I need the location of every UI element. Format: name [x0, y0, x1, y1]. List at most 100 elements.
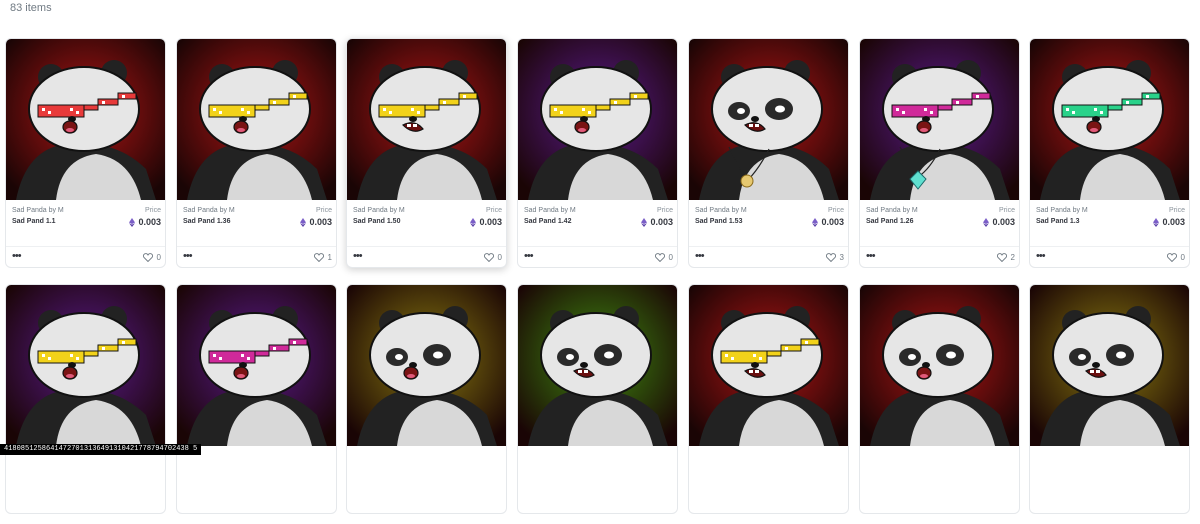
nft-name[interactable]: Sad Pand 1.36 [183, 218, 230, 225]
heart-icon [654, 253, 665, 262]
nft-card[interactable]: Sad Panda by M Sad Pand 1.36 Price 0.003… [176, 38, 337, 268]
nft-image[interactable] [6, 285, 165, 446]
favorite-button[interactable]: 1 [313, 253, 332, 262]
nft-name[interactable]: Sad Pand 1.1 [12, 218, 56, 225]
nft-name[interactable]: Sad Pand 1.42 [524, 218, 571, 225]
nft-image[interactable] [860, 285, 1019, 446]
nft-card[interactable] [859, 284, 1020, 514]
collection-name[interactable]: Sad Panda by M [695, 207, 747, 214]
collection-name[interactable]: Sad Panda by M [1036, 207, 1088, 214]
nft-card[interactable] [688, 284, 849, 514]
price-label: Price [1169, 207, 1185, 214]
price-label: Price [145, 207, 161, 214]
nft-card[interactable] [517, 284, 678, 514]
nft-image[interactable] [518, 285, 677, 446]
nft-card[interactable]: Sad Panda by M Sad Pand 1.42 Price 0.003… [517, 38, 678, 268]
nft-card[interactable]: Sad Panda by M Sad Pand 1.53 Price 0.003… [688, 38, 849, 268]
panda-mouth [62, 120, 78, 134]
ethereum-icon [812, 217, 819, 227]
nft-name[interactable]: Sad Pand 1.26 [866, 218, 913, 225]
nft-card[interactable] [5, 284, 166, 514]
collection-name[interactable]: Sad Panda by M [183, 207, 235, 214]
nft-image[interactable] [1030, 39, 1189, 200]
ethereum-icon [300, 217, 307, 227]
nft-image[interactable] [518, 39, 677, 200]
more-options-button[interactable]: ••• [12, 250, 22, 262]
panda-mouth [574, 120, 590, 134]
like-count: 1 [327, 253, 332, 262]
token-id-tooltip: 4180851258641472701313649131042177879470… [0, 444, 202, 455]
panda-mouth [233, 120, 249, 134]
favorite-button[interactable]: 0 [142, 253, 161, 262]
like-count: 0 [1180, 253, 1185, 262]
heart-icon [313, 253, 324, 262]
nft-image[interactable] [177, 285, 336, 446]
nft-info: Sad Panda by M Sad Pand 1.53 Price 0.003 [689, 200, 848, 240]
nft-image[interactable] [689, 39, 848, 200]
nft-image[interactable] [1030, 285, 1189, 446]
nft-card[interactable]: Sad Panda by M Sad Pand 1.1 Price 0.003 … [5, 38, 166, 268]
collection-name[interactable]: Sad Panda by M [12, 207, 64, 214]
panda-artwork [860, 285, 1019, 446]
more-options-button[interactable]: ••• [1036, 250, 1046, 262]
nft-image[interactable] [6, 39, 165, 200]
panda-artwork [6, 285, 165, 446]
more-options-button[interactable]: ••• [353, 250, 363, 262]
heart-icon [142, 253, 153, 262]
nft-name[interactable]: Sad Pand 1.3 [1036, 218, 1080, 225]
nft-info: Sad Panda by M Sad Pand 1.26 Price 0.003 [860, 200, 1019, 240]
card-footer: ••• 2 [860, 246, 1019, 267]
nft-card[interactable]: Sad Panda by M Sad Pand 1.50 Price 0.003… [346, 38, 507, 268]
nft-card[interactable] [346, 284, 507, 514]
like-count: 0 [156, 253, 161, 262]
nft-card[interactable] [1029, 284, 1190, 514]
nft-card[interactable] [176, 284, 337, 514]
favorite-button[interactable]: 2 [996, 253, 1015, 262]
panda-mouth [916, 120, 932, 134]
price-value: 0.003 [138, 217, 161, 227]
more-options-button[interactable]: ••• [866, 250, 876, 262]
favorite-button[interactable]: 3 [825, 253, 844, 262]
favorite-button[interactable]: 0 [654, 253, 673, 262]
nft-price: 0.003 [812, 217, 844, 227]
nft-price: 0.003 [641, 217, 673, 227]
more-options-button[interactable]: ••• [524, 250, 534, 262]
card-footer: ••• 0 [6, 246, 165, 267]
panda-artwork [177, 39, 336, 200]
panda-artwork [518, 285, 677, 446]
panda-artwork [518, 39, 677, 200]
price-label: Price [657, 207, 673, 214]
more-options-button[interactable]: ••• [183, 250, 193, 262]
nft-image[interactable] [347, 39, 506, 200]
nft-image[interactable] [689, 285, 848, 446]
heart-icon [483, 253, 494, 262]
nft-card[interactable]: Sad Panda by M Sad Pand 1.26 Price 0.003… [859, 38, 1020, 268]
nft-card[interactable]: Sad Panda by M Sad Pand 1.3 Price 0.003 … [1029, 38, 1190, 268]
card-footer: ••• 1 [177, 246, 336, 267]
price-label: Price [999, 207, 1015, 214]
nft-image[interactable] [347, 285, 506, 446]
nft-image[interactable] [177, 39, 336, 200]
like-count: 0 [668, 253, 673, 262]
collection-name[interactable]: Sad Panda by M [524, 207, 576, 214]
panda-mouth [233, 366, 249, 380]
card-footer: ••• 3 [689, 246, 848, 267]
price-label: Price [316, 207, 332, 214]
nft-name[interactable]: Sad Pand 1.53 [695, 218, 742, 225]
price-value: 0.003 [821, 217, 844, 227]
panda-artwork [6, 39, 165, 200]
nft-image[interactable] [860, 39, 1019, 200]
collection-name[interactable]: Sad Panda by M [866, 207, 918, 214]
nft-name[interactable]: Sad Pand 1.50 [353, 218, 400, 225]
price-value: 0.003 [650, 217, 673, 227]
panda-artwork [1030, 39, 1189, 200]
panda-artwork [689, 285, 848, 446]
more-options-button[interactable]: ••• [695, 250, 705, 262]
card-footer: ••• 0 [347, 246, 506, 267]
favorite-button[interactable]: 0 [1166, 253, 1185, 262]
favorite-button[interactable]: 0 [483, 253, 502, 262]
price-value: 0.003 [479, 217, 502, 227]
like-count: 3 [839, 253, 844, 262]
panda-artwork [689, 39, 848, 200]
collection-name[interactable]: Sad Panda by M [353, 207, 405, 214]
